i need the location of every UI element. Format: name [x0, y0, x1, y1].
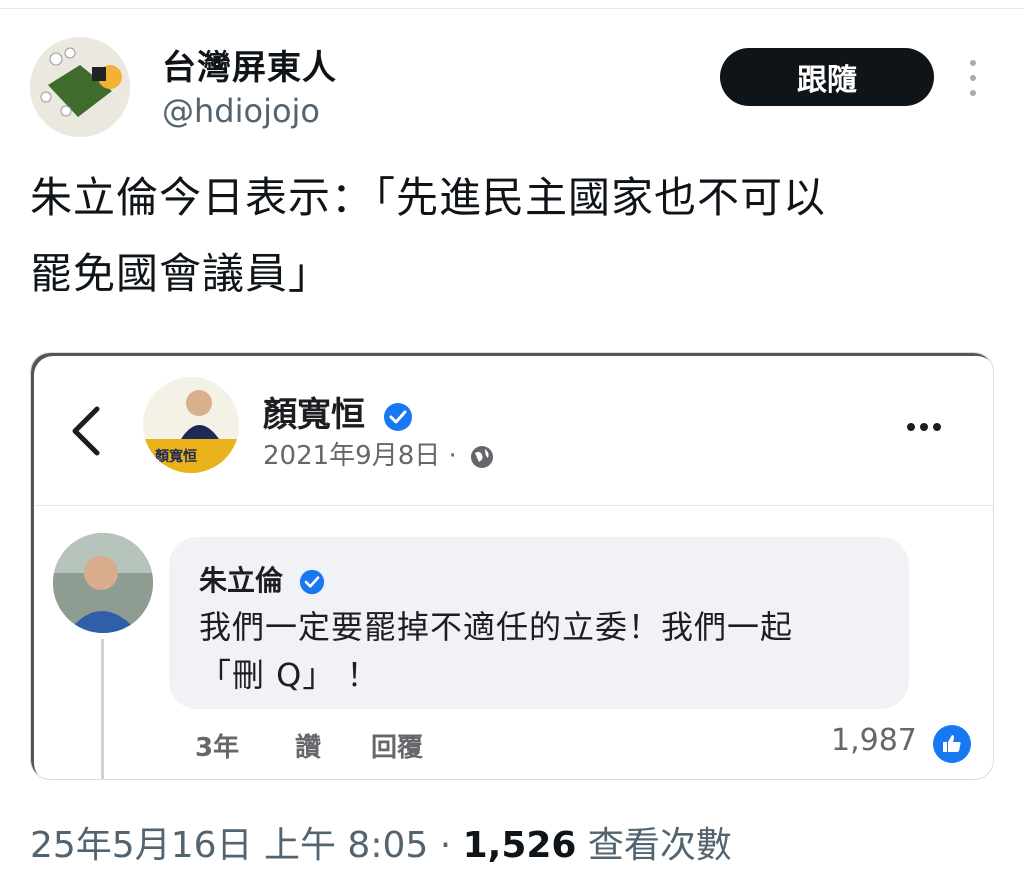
verified-badge-icon	[383, 402, 412, 431]
verified-badge-icon	[299, 569, 324, 595]
page-name-row: 顏寬恒	[263, 387, 413, 436]
comment-time: 3年	[195, 733, 240, 763]
tweet-text-line-2: 罷免國會議員」	[30, 249, 332, 298]
more-horizontal-icon	[907, 423, 941, 431]
view-count-label: 查看次數	[587, 825, 732, 866]
thumbs-up-icon	[933, 725, 971, 763]
commenter-avatar	[53, 533, 153, 633]
commenter-name: 朱立倫	[199, 564, 284, 597]
commenter-name-row: 朱立倫	[199, 559, 325, 599]
card-divider	[35, 505, 993, 506]
comment-like-link: 讚	[295, 733, 322, 763]
attached-image[interactable]: 顏寬恒 顏寬恒 2021年9月8日 · 朱立倫 我們一定要罷掉不適任的立委！我們…	[30, 352, 994, 780]
page-avatar: 顏寬恒	[143, 377, 239, 473]
chevron-left-icon	[72, 406, 100, 456]
more-vertical-icon[interactable]	[958, 56, 988, 100]
author-handle[interactable]: @hdiojojo	[162, 92, 320, 130]
tweet-timestamp[interactable]: 25年5月16日 上午 8:05 ·	[30, 825, 451, 866]
post-date-row: 2021年9月8日 ·	[263, 435, 495, 472]
thread-line	[101, 639, 104, 779]
globe-icon	[471, 445, 494, 468]
comment-reply-link: 回覆	[371, 733, 424, 763]
view-count: 1,526	[462, 825, 577, 866]
follow-button[interactable]: 跟隨	[720, 48, 934, 106]
tweet-meta: 25年5月16日 上午 8:05 · 1,526 查看次數	[30, 816, 732, 868]
post-date: 2021年9月8日 ·	[263, 441, 457, 471]
author-display-name[interactable]: 台灣屏東人	[162, 40, 337, 89]
author-avatar[interactable]	[30, 37, 130, 137]
tweet-text-line-1: 朱立倫今日表示：「先進民主國家也不可以	[30, 173, 827, 222]
top-divider	[0, 8, 1024, 9]
embedded-facebook-screenshot: 顏寬恒 顏寬恒 2021年9月8日 · 朱立倫 我們一定要罷掉不適任的立委！我們…	[35, 357, 993, 779]
tweet-text: 朱立倫今日表示：「先進民主國家也不可以 罷免國會議員」	[30, 160, 990, 312]
page-name: 顏寬恒	[263, 395, 365, 435]
comment-like-count: 1,987	[831, 723, 917, 758]
comment-text-line-2: 「刪 Q」 ！	[199, 656, 380, 694]
comment-text-line-1: 我們一定要罷掉不適任的立委！我們一起	[199, 608, 794, 646]
page-avatar-text: 顏寬恒	[155, 448, 197, 465]
comment-text: 我們一定要罷掉不適任的立委！我們一起 「刪 Q」 ！	[199, 603, 899, 699]
comment-bubble: 朱立倫 我們一定要罷掉不適任的立委！我們一起 「刪 Q」 ！	[169, 537, 909, 709]
